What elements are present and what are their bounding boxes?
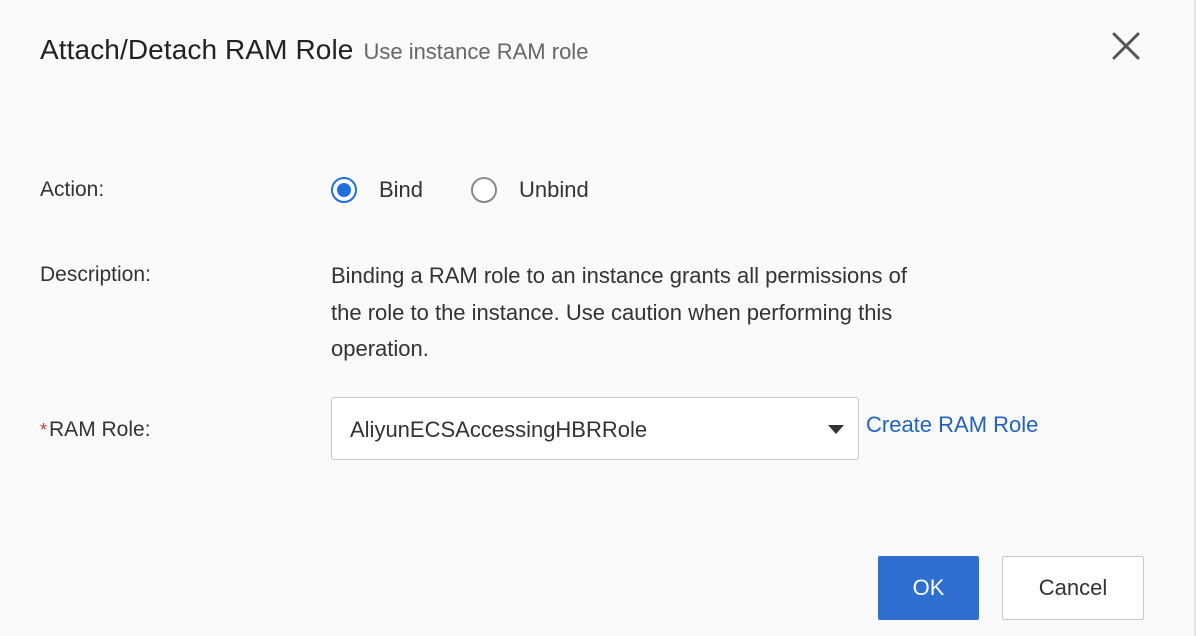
required-mark: * xyxy=(40,420,48,440)
close-button[interactable] xyxy=(1110,30,1142,62)
ram-role-label: RAM Role: xyxy=(49,418,151,441)
ram-role-label-row: *RAM Role: xyxy=(40,418,151,442)
dialog-subtitle: Use instance RAM role xyxy=(363,39,589,64)
caret-down-icon xyxy=(828,425,844,434)
cancel-button[interactable]: Cancel xyxy=(1002,556,1144,620)
radio-checked-icon[interactable] xyxy=(331,177,357,203)
create-ram-role-link[interactable]: Create RAM Role xyxy=(866,412,1038,438)
close-icon xyxy=(1112,32,1140,60)
action-label: Action: xyxy=(40,178,105,201)
action-radio-group: Bind Unbind xyxy=(331,177,637,203)
attach-ram-role-dialog: Attach/Detach RAM Role Use instance RAM … xyxy=(0,0,1196,636)
radio-unchecked-icon[interactable] xyxy=(471,177,498,203)
dialog-title: Attach/Detach RAM Role xyxy=(40,34,354,65)
description-text: Binding a RAM role to an instance grants… xyxy=(331,263,907,361)
radio-bind[interactable]: Bind xyxy=(331,177,423,203)
ram-role-select[interactable]: AliyunECSAccessingHBRRole xyxy=(331,397,859,460)
radio-unbind-label[interactable]: Unbind xyxy=(519,177,589,203)
ram-role-selected-value: AliyunECSAccessingHBRRole xyxy=(350,417,648,442)
radio-bind-label[interactable]: Bind xyxy=(379,177,423,203)
dialog-header: Attach/Detach RAM Role Use instance RAM … xyxy=(40,34,588,66)
description-label: Description: xyxy=(40,263,151,286)
ok-button[interactable]: OK xyxy=(878,556,979,620)
radio-unbind[interactable]: Unbind xyxy=(471,177,589,203)
